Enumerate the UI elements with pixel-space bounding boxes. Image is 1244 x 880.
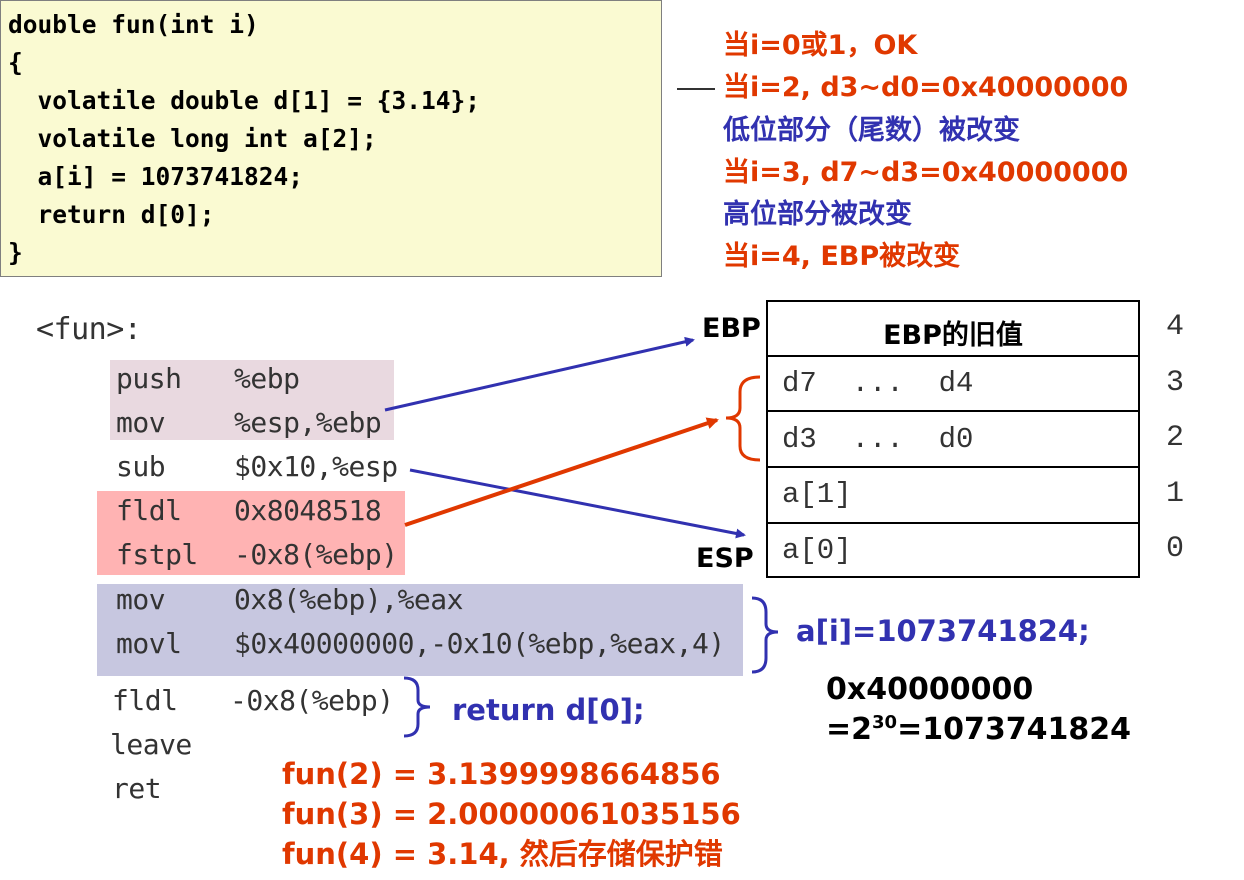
hex-equation-suffix: =1073741824 <box>897 712 1131 747</box>
result-line: fun(2) = 3.1399998664856 <box>282 757 721 791</box>
hex-equation-prefix: =2 <box>826 712 873 747</box>
diagram-arrows <box>384 336 779 738</box>
assign-annotation: a[i]=1073741824; <box>796 614 1090 648</box>
ebp-arrow <box>384 336 695 412</box>
assign-brace <box>751 596 779 674</box>
hex-value: 0x40000000 <box>826 672 1034 707</box>
hex-exponent: 30 <box>872 712 898 733</box>
return-brace <box>403 676 431 738</box>
result-line: fun(4) = 3.14, 然后存储保护错 <box>282 837 723 871</box>
double-brace <box>725 375 761 462</box>
hex-equation: =230=1073741824 <box>826 712 1131 747</box>
esp-arrow <box>409 468 746 539</box>
return-annotation: return d[0]; <box>452 693 645 727</box>
result-line: fun(3) = 2.00000061035156 <box>282 797 741 831</box>
store-arrow <box>404 417 719 527</box>
